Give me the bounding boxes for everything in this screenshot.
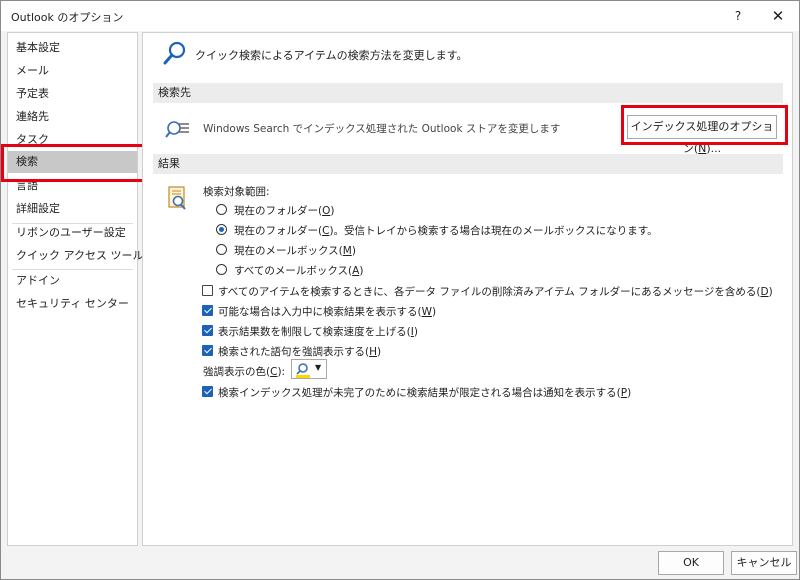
document-magnifier-icon bbox=[167, 186, 189, 212]
options-dialog: Outlook のオプション ? ✕ 基本設定 メール 予定表 連絡先 タスク … bbox=[0, 0, 800, 580]
checkbox-show-results-while-typing[interactable] bbox=[202, 305, 213, 316]
sidebar-item-customize-ribbon[interactable]: リボンのユーザー設定 bbox=[8, 222, 137, 244]
close-button[interactable]: ✕ bbox=[763, 5, 793, 27]
radio-current-folder-inbox-label: 現在のフォルダー(C)。受信トレイから検索する場合は現在のメールボックスになりま… bbox=[234, 225, 658, 237]
checkbox-include-deleted-items[interactable] bbox=[202, 285, 213, 296]
checkbox-limit-results[interactable] bbox=[202, 325, 213, 336]
sources-section-header: 検索先 bbox=[153, 83, 783, 103]
sidebar-item-quick-access-toolbar[interactable]: クイック アクセス ツール バー bbox=[8, 245, 169, 267]
radio-current-folder[interactable] bbox=[216, 204, 227, 215]
sidebar-item-add-ins[interactable]: アドイン bbox=[8, 270, 137, 292]
search-scope-label: 検索対象範囲: bbox=[203, 186, 270, 198]
checkbox-limit-results-label: 表示結果数を制限して検索速度を上げる(I) bbox=[218, 326, 418, 338]
checkbox-include-deleted-items-label: すべてのアイテムを検索するときに、各データ ファイルの削除済みアイテム フォルダ… bbox=[218, 286, 773, 298]
highlight-frame-search bbox=[1, 144, 151, 182]
highlight-color-label: 強調表示の色(C): bbox=[203, 366, 286, 378]
radio-all-mailboxes[interactable] bbox=[216, 264, 227, 275]
checkbox-notify-incomplete-index[interactable] bbox=[202, 386, 213, 397]
radio-all-mailboxes-label: すべてのメールボックス(A) bbox=[234, 265, 364, 277]
ok-button[interactable]: OK bbox=[658, 551, 724, 575]
sidebar-item-advanced[interactable]: 詳細設定 bbox=[8, 198, 137, 220]
highlight-color-picker[interactable]: ▼ bbox=[291, 359, 327, 379]
checkbox-notify-incomplete-index-label: 検索インデックス処理が未完了のために検索結果が限定される場合は通知を表示する(P… bbox=[218, 387, 632, 399]
cancel-button[interactable]: キャンセル bbox=[731, 551, 797, 575]
sidebar-item-general[interactable]: 基本設定 bbox=[8, 37, 137, 59]
results-section-header: 結果 bbox=[153, 154, 783, 174]
title-bar: Outlook のオプション ? ✕ bbox=[1, 1, 799, 31]
radio-current-mailbox[interactable] bbox=[216, 244, 227, 255]
checkbox-show-results-while-typing-label: 可能な場合は入力中に検索結果を表示する(W) bbox=[218, 306, 437, 318]
sidebar-item-mail[interactable]: メール bbox=[8, 60, 137, 82]
help-button[interactable]: ? bbox=[723, 5, 753, 27]
sources-description: Windows Search でインデックス処理された Outlook ストアを… bbox=[203, 123, 561, 135]
search-magnifier-icon bbox=[163, 41, 187, 67]
sidebar: 基本設定 メール 予定表 連絡先 タスク 検索 言語 詳細設定 リボンのユーザー… bbox=[7, 32, 169, 546]
highlight-frame-indexing bbox=[621, 105, 788, 145]
intro-text: クイック検索によるアイテムの検索方法を変更します。 bbox=[195, 49, 468, 62]
sidebar-item-calendar[interactable]: 予定表 bbox=[8, 83, 137, 105]
sidebar-item-trust-center[interactable]: セキュリティ センター bbox=[8, 293, 137, 315]
radio-current-folder-label: 現在のフォルダー(O) bbox=[234, 205, 335, 217]
search-sources-icon bbox=[165, 119, 191, 141]
checkbox-highlight-terms[interactable] bbox=[202, 345, 213, 356]
checkbox-highlight-terms-label: 検索された語句を強調表示する(H) bbox=[218, 346, 382, 358]
radio-current-folder-inbox[interactable] bbox=[216, 224, 227, 235]
window-title: Outlook のオプション bbox=[11, 11, 124, 24]
sidebar-item-contacts[interactable]: 連絡先 bbox=[8, 106, 137, 128]
chevron-down-icon: ▼ bbox=[315, 363, 322, 372]
radio-current-mailbox-label: 現在のメールボックス(M) bbox=[234, 245, 356, 257]
highlighter-pen-icon bbox=[295, 362, 311, 381]
